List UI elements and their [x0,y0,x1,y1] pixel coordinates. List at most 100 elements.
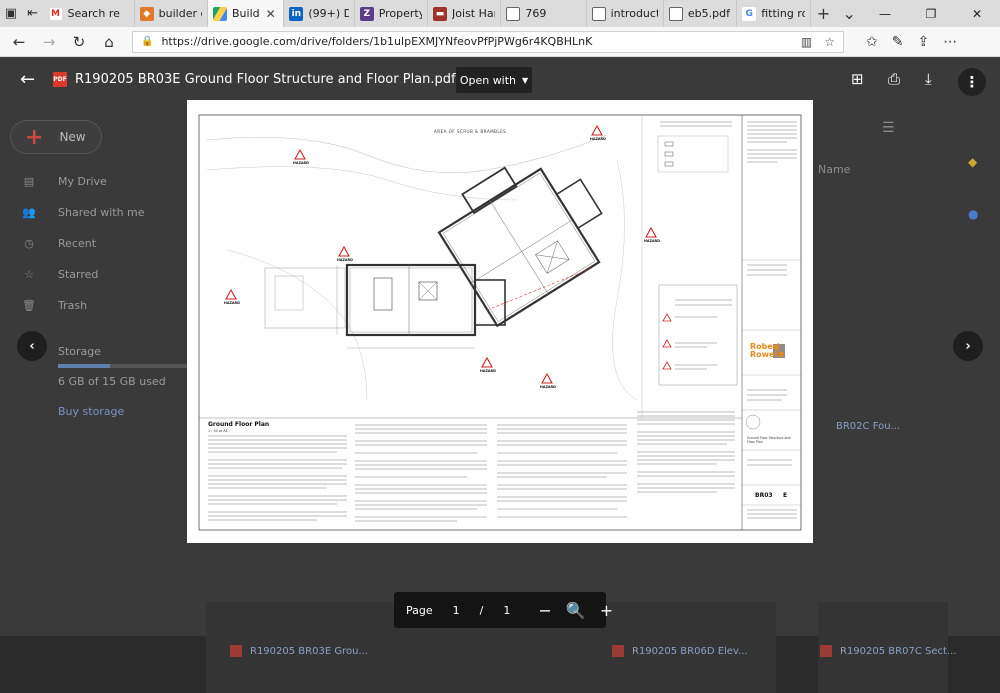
browser-tab-linkedin[interactable]: in (99+) Dar [284,0,355,27]
hazard-label: HAZARD [590,137,606,141]
tab-label: introduct [610,7,658,20]
pdf-page[interactable]: AREA OF SCRUB & BRAMBLES HAZARD HAZARD H… [187,100,813,543]
tab-label: Joist Han [452,7,495,20]
previous-file-arrow-icon[interactable]: ‹ [17,331,47,361]
browser-tab-joist[interactable]: ▬ Joist Han [428,0,502,27]
pen-icon[interactable]: ✎ [892,34,904,50]
area-label: AREA OF SCRUB & BRAMBLES [434,129,507,134]
print-icon[interactable]: ⎙ [888,70,900,88]
browser-tab-property[interactable]: Z Property [355,0,429,27]
sidebar-item-label: Starred [58,268,99,281]
google-icon: G [742,6,757,21]
plan-scale: 1 : 50 at A1 [208,429,228,433]
hazard-label: HAZARD [224,301,240,305]
thumb-file-2[interactable]: R190205 BR06D Elev... [612,645,748,657]
share-icon[interactable]: ⇪ [917,34,929,50]
refresh-icon[interactable]: ↻ [64,33,94,51]
favorite-star-icon[interactable]: ☆ [824,35,835,49]
browser-tab-eb5[interactable]: eb5.pdf [664,0,738,27]
tab-actions-icon[interactable]: ▣ [0,0,22,27]
page-separator: / [479,603,484,617]
dropdown-arrow-icon: ▼ [522,75,529,85]
new-button[interactable]: + New [10,120,102,154]
open-with-button[interactable]: Open with ▼ [456,67,532,93]
tasks-icon[interactable]: ● [968,207,978,221]
more-actions-icon[interactable]: ⋮ [958,68,986,96]
sidebar-item-shared[interactable]: 👥 Shared with me [22,206,145,219]
new-tab-button[interactable]: + [811,4,837,23]
hazard-label: HAZARD [540,385,556,389]
reading-view-icon[interactable]: ▥ [801,35,812,49]
my-drive-icon: ▤ [23,175,35,188]
close-viewer-arrow-icon[interactable]: ← [20,69,35,90]
tab-label: 769 [525,7,547,20]
name-column-header[interactable]: Name [818,163,850,176]
thumb-file-label: R190205 BR06D Elev... [632,645,748,657]
page-icon [591,6,606,21]
thumb-file-1[interactable]: R190205 BR03E Grou... [230,645,368,657]
gmail-icon: M [48,6,63,21]
sidebar-item-starred[interactable]: ☆ Starred [22,268,98,281]
drive-icon [213,6,228,21]
storage-used: 6 GB of 15 GB used [58,375,166,388]
tab-list-button[interactable]: ⌄ [836,4,862,23]
browser-tab-introduct[interactable]: introduct [587,0,664,27]
thumb-file-label: R190205 BR03E Grou... [250,645,368,657]
browser-tab-bar: ▣ ⇤ M Search re ◆ builder g Build ✕ in (… [0,0,1000,27]
tab-back-icon[interactable]: ⇤ [22,0,44,27]
lock-icon: 🔒 [141,36,154,47]
close-window-button[interactable]: ✕ [954,0,1000,27]
zoom-out-icon[interactable]: − [538,601,551,620]
zoom-in-icon[interactable]: + [600,601,613,620]
thumb-file-3[interactable]: R190205 BR07C Sect... [820,645,956,657]
sidebar-item-label: Shared with me [58,206,145,219]
zoho-icon: Z [359,6,374,21]
home-icon[interactable]: ⌂ [94,33,124,51]
tab-label: (99+) Dar [308,7,348,20]
browser-tab-fitting[interactable]: G fitting roc [737,0,811,27]
pdf-file-icon [820,645,832,657]
plus-icon: + [25,124,44,150]
sidebar-item-my-drive[interactable]: ▤ My Drive [22,175,107,188]
buy-storage-link[interactable]: Buy storage [58,405,124,418]
sidebar-item-recent[interactable]: ◷ Recent [22,237,96,250]
storage-bar-fill [58,364,110,368]
browser-tab-gmail[interactable]: M Search re [44,0,135,27]
hazard-label: HAZARD [480,369,496,373]
download-icon[interactable]: ⤓ [925,70,932,88]
store-icon: ▬ [433,6,448,21]
sidebar-item-label: Recent [58,237,97,250]
brand-line-2: Rowett [750,350,783,359]
browser-tab-769[interactable]: 769 [501,0,587,27]
restore-button[interactable]: ❐ [908,0,954,27]
hazard-label: HAZARD [644,239,660,243]
page-current-input[interactable]: 1 [453,604,460,617]
list-view-icon[interactable]: ☰ [882,120,895,136]
sidebar-item-trash[interactable]: 🗑 Trash [22,299,87,312]
more-icon[interactable]: ⋯ [943,34,957,50]
tab-label: Property [378,7,423,20]
architect-logo: Robert Rowett [750,343,782,359]
forward-icon[interactable]: → [34,33,64,51]
open-with-label: Open with [459,73,517,87]
favorites-icon[interactable]: ✩ [866,34,878,50]
minimize-button[interactable]: — [862,0,908,27]
star-icon: ☆ [24,268,34,281]
tab-label: builder g [158,7,202,20]
new-label: New [59,130,86,144]
bg-file-label[interactable]: BR02C Fou... [836,421,900,432]
chat-icon: ◆ [139,6,154,21]
linkedin-icon: in [289,6,304,21]
browser-tab-drive[interactable]: Build ✕ [208,0,285,27]
browser-tab-builder[interactable]: ◆ builder g [135,0,209,27]
storage-bar [58,364,188,368]
close-tab-icon[interactable]: ✕ [266,7,276,21]
next-file-arrow-icon[interactable]: › [953,331,983,361]
add-comment-icon[interactable]: ⊞ [851,70,864,88]
back-icon[interactable]: ← [4,33,34,51]
hazard-label: HAZARD [293,161,309,165]
keep-icon[interactable]: ◆ [968,155,977,169]
zoom-icon[interactable]: 🔍 [566,601,586,620]
url-field[interactable]: 🔒 https://drive.google.com/drive/folders… [132,30,844,53]
sidebar-item-label: Trash [58,299,88,312]
